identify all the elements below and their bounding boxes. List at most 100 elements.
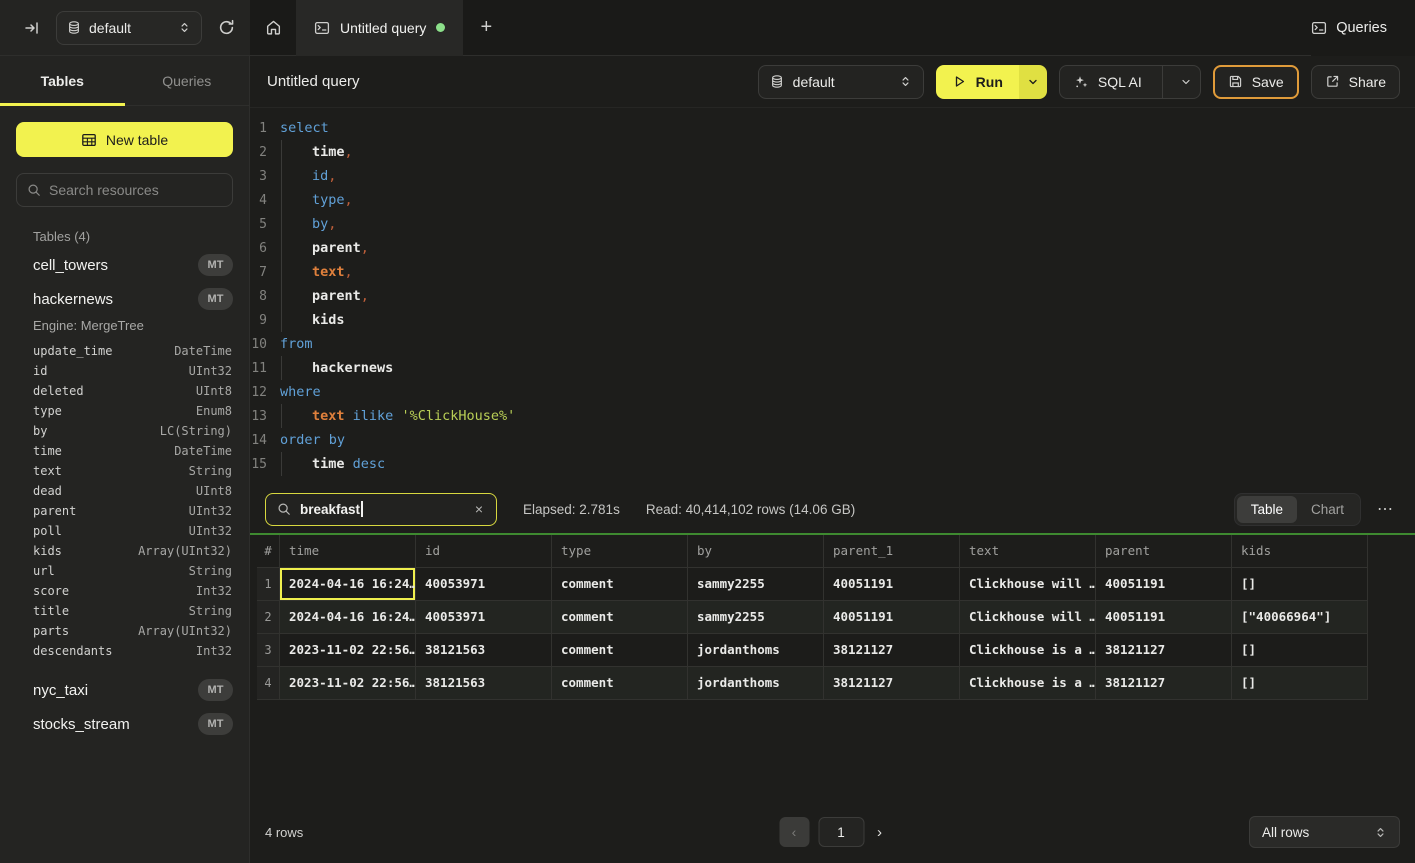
query-database-selector[interactable]: default xyxy=(758,65,924,99)
code-line[interactable]: 4type, xyxy=(250,188,1415,212)
current-page[interactable]: 1 xyxy=(818,817,864,847)
table-cell[interactable]: comment xyxy=(552,667,688,700)
column-row[interactable]: deadUInt8 xyxy=(0,481,249,501)
code-line[interactable]: 6parent, xyxy=(250,236,1415,260)
sidebar-item-nyc-taxi[interactable]: nyc_taxi MT xyxy=(0,673,249,707)
next-page-button[interactable]: › xyxy=(873,824,886,841)
clear-search-button[interactable]: × xyxy=(473,501,485,517)
column-header[interactable]: time xyxy=(280,535,416,568)
column-row[interactable]: timeDateTime xyxy=(0,441,249,461)
table-cell[interactable]: 38121127 xyxy=(1096,634,1232,667)
run-options-button[interactable] xyxy=(1019,65,1047,99)
column-header[interactable]: type xyxy=(552,535,688,568)
table-cell[interactable]: 38121563 xyxy=(416,667,552,700)
column-row[interactable]: descendantsInt32 xyxy=(0,641,249,661)
resource-search[interactable] xyxy=(16,173,233,207)
table-cell[interactable]: 38121127 xyxy=(1096,667,1232,700)
table-cell[interactable]: 2023-11-02 22:56… xyxy=(280,667,416,700)
sidebar-tab-tables[interactable]: Tables xyxy=(0,56,125,105)
column-header[interactable]: kids xyxy=(1232,535,1368,568)
table-cell[interactable]: 2024-04-16 16:24… xyxy=(280,601,416,634)
code-line[interactable]: 15time desc xyxy=(250,452,1415,476)
table-cell[interactable]: 40051191 xyxy=(1096,601,1232,634)
sidebar-item-stocks-stream[interactable]: stocks_stream MT xyxy=(0,707,249,741)
code-line[interactable]: 13text ilike '%ClickHouse%' xyxy=(250,404,1415,428)
table-cell[interactable]: [] xyxy=(1232,634,1368,667)
collapse-sidebar-button[interactable] xyxy=(18,14,46,42)
prev-page-button[interactable]: ‹ xyxy=(779,817,809,847)
view-toggle-chart[interactable]: Chart xyxy=(1297,496,1358,523)
home-button[interactable] xyxy=(250,0,296,55)
column-row[interactable]: pollUInt32 xyxy=(0,521,249,541)
code-line[interactable]: 1select xyxy=(250,116,1415,140)
table-cell[interactable]: Clickhouse is a … xyxy=(960,634,1096,667)
sql-editor[interactable]: 1select2time,3id,4type,5by,6parent,7text… xyxy=(250,108,1415,485)
table-cell[interactable]: 40051191 xyxy=(1096,568,1232,601)
code-line[interactable]: 3id, xyxy=(250,164,1415,188)
sidebar-item-cell-towers[interactable]: cell_towers MT xyxy=(0,248,249,282)
column-row[interactable]: deletedUInt8 xyxy=(0,381,249,401)
database-selector[interactable]: default xyxy=(56,11,202,45)
table-cell[interactable]: Clickhouse is a … xyxy=(960,667,1096,700)
table-cell[interactable]: sammy2255 xyxy=(688,601,824,634)
table-cell[interactable]: 40053971 xyxy=(416,601,552,634)
table-cell[interactable]: 40051191 xyxy=(824,568,960,601)
table-cell[interactable]: Clickhouse will … xyxy=(960,568,1096,601)
column-row[interactable]: textString xyxy=(0,461,249,481)
new-tab-button[interactable]: + xyxy=(463,0,509,55)
column-row[interactable]: typeEnum8 xyxy=(0,401,249,421)
column-header[interactable]: text xyxy=(960,535,1096,568)
code-line[interactable]: 8parent, xyxy=(250,284,1415,308)
sidebar-tab-queries[interactable]: Queries xyxy=(125,56,250,105)
run-button[interactable]: Run xyxy=(936,65,1019,99)
column-row[interactable]: titleString xyxy=(0,601,249,621)
table-cell[interactable]: ["40066964"] xyxy=(1232,601,1368,634)
column-row[interactable]: update_timeDateTime xyxy=(0,341,249,361)
table-cell[interactable]: comment xyxy=(552,634,688,667)
code-line[interactable]: 14order by xyxy=(250,428,1415,452)
column-row[interactable]: urlString xyxy=(0,561,249,581)
column-row[interactable]: scoreInt32 xyxy=(0,581,249,601)
chevron-down-icon[interactable] xyxy=(1172,76,1200,88)
new-table-button[interactable]: New table xyxy=(16,122,233,157)
column-header[interactable]: parent xyxy=(1096,535,1232,568)
code-line[interactable]: 5by, xyxy=(250,212,1415,236)
column-header[interactable]: parent_1 xyxy=(824,535,960,568)
results-search-input[interactable]: breakfast × xyxy=(265,493,497,526)
column-row[interactable]: idUInt32 xyxy=(0,361,249,381)
more-options-button[interactable]: ⋯ xyxy=(1371,495,1400,523)
sql-ai-button[interactable]: SQL AI xyxy=(1059,65,1201,99)
code-line[interactable]: 7text, xyxy=(250,260,1415,284)
code-line[interactable]: 9kids xyxy=(250,308,1415,332)
table-cell[interactable]: jordanthoms xyxy=(688,634,824,667)
table-cell[interactable]: [] xyxy=(1232,667,1368,700)
table-cell[interactable]: 40053971 xyxy=(416,568,552,601)
column-row[interactable]: parentUInt32 xyxy=(0,501,249,521)
column-row[interactable]: byLC(String) xyxy=(0,421,249,441)
column-row[interactable]: partsArray(UInt32) xyxy=(0,621,249,641)
table-cell[interactable]: 2023-11-02 22:56… xyxy=(280,634,416,667)
table-cell[interactable]: comment xyxy=(552,568,688,601)
table-cell[interactable]: Clickhouse will … xyxy=(960,601,1096,634)
page-size-selector[interactable]: All rows xyxy=(1249,816,1400,848)
column-header[interactable]: id xyxy=(416,535,552,568)
code-line[interactable]: 12where xyxy=(250,380,1415,404)
code-line[interactable]: 2time, xyxy=(250,140,1415,164)
column-header[interactable]: by xyxy=(688,535,824,568)
share-button[interactable]: Share xyxy=(1311,65,1400,99)
sidebar-item-hackernews[interactable]: hackernews MT xyxy=(0,282,249,316)
save-button[interactable]: Save xyxy=(1213,65,1299,99)
table-cell[interactable]: comment xyxy=(552,601,688,634)
resource-search-input[interactable] xyxy=(49,182,230,198)
code-line[interactable]: 11hackernews xyxy=(250,356,1415,380)
table-cell[interactable]: [] xyxy=(1232,568,1368,601)
table-cell[interactable]: 38121127 xyxy=(824,634,960,667)
queries-button[interactable]: Queries xyxy=(1311,20,1387,36)
table-cell[interactable]: jordanthoms xyxy=(688,667,824,700)
column-row[interactable]: kidsArray(UInt32) xyxy=(0,541,249,561)
tab-untitled-query[interactable]: Untitled query xyxy=(296,0,463,56)
table-cell[interactable]: 40051191 xyxy=(824,601,960,634)
column-header[interactable]: # xyxy=(257,535,280,568)
table-cell[interactable]: 38121563 xyxy=(416,634,552,667)
table-cell[interactable]: 38121127 xyxy=(824,667,960,700)
